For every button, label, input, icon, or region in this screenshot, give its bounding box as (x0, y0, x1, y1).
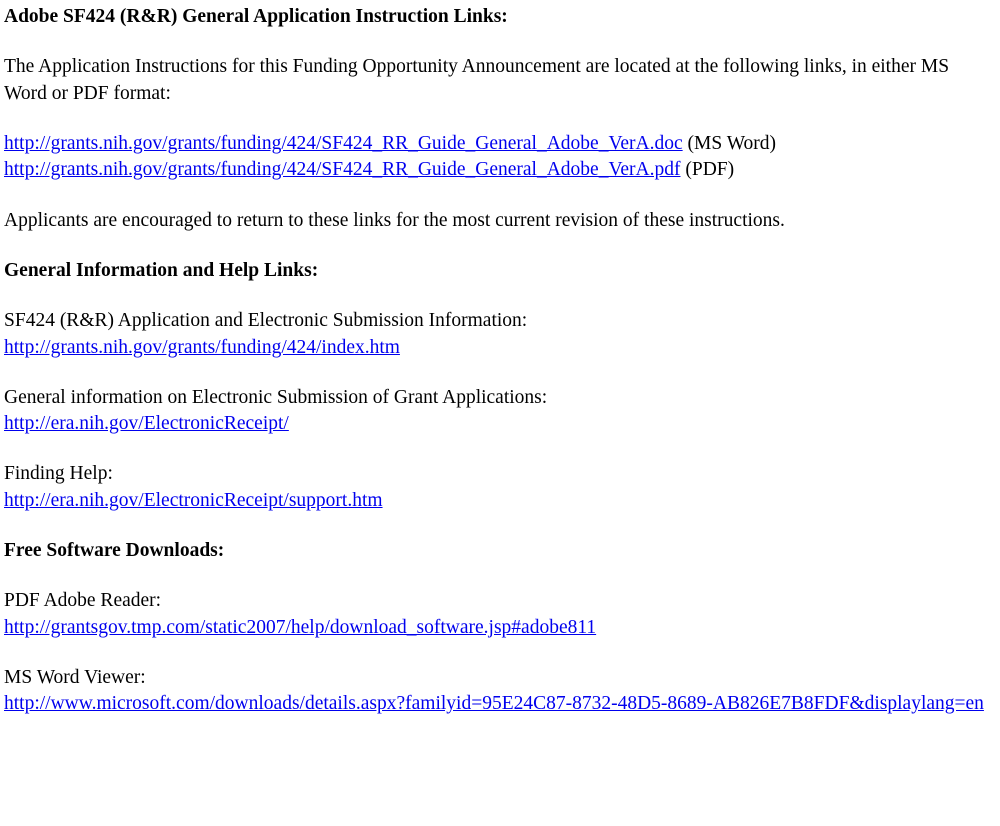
link-row-pdf: http://grants.nih.gov/grants/funding/424… (4, 157, 994, 183)
suffix-pdf: (PDF) (680, 159, 734, 180)
heading-free-software-downloads: Free Software Downloads: (4, 538, 994, 564)
label-finding-help: Finding Help: (4, 461, 994, 487)
help-item-electronic-submission: General information on Electronic Submis… (4, 385, 994, 438)
heading-general-info-help: General Information and Help Links: (4, 258, 994, 284)
download-item-adobe-reader: PDF Adobe Reader: http://grantsgov.tmp.c… (4, 588, 994, 641)
instruction-links-block: http://grants.nih.gov/grants/funding/424… (4, 131, 994, 184)
intro-paragraph: The Application Instructions for this Fu… (4, 54, 994, 107)
link-support[interactable]: http://era.nih.gov/ElectronicReceipt/sup… (4, 490, 383, 511)
label-sf424-info: SF424 (R&R) Application and Electronic S… (4, 308, 994, 334)
link-electronic-receipt[interactable]: http://era.nih.gov/ElectronicReceipt/ (4, 413, 289, 434)
label-word-viewer: MS Word Viewer: (4, 665, 994, 691)
link-sf424-index[interactable]: http://grants.nih.gov/grants/funding/424… (4, 337, 400, 358)
help-item-finding-help: Finding Help: http://era.nih.gov/Electro… (4, 461, 994, 514)
download-item-word-viewer: MS Word Viewer: http://www.microsoft.com… (4, 665, 994, 718)
link-sf424-pdf[interactable]: http://grants.nih.gov/grants/funding/424… (4, 159, 680, 180)
help-item-sf424: SF424 (R&R) Application and Electronic S… (4, 308, 994, 361)
heading-application-instruction-links: Adobe SF424 (R&R) General Application In… (4, 4, 994, 30)
link-adobe-reader[interactable]: http://grantsgov.tmp.com/static2007/help… (4, 617, 596, 638)
suffix-ms-word: (MS Word) (683, 133, 776, 154)
link-word-viewer[interactable]: http://www.microsoft.com/downloads/detai… (4, 693, 984, 714)
label-adobe-reader: PDF Adobe Reader: (4, 588, 994, 614)
label-electronic-submission: General information on Electronic Submis… (4, 385, 994, 411)
link-row-doc: http://grants.nih.gov/grants/funding/424… (4, 131, 994, 157)
link-sf424-doc[interactable]: http://grants.nih.gov/grants/funding/424… (4, 133, 683, 154)
note-current-revision: Applicants are encouraged to return to t… (4, 208, 994, 234)
